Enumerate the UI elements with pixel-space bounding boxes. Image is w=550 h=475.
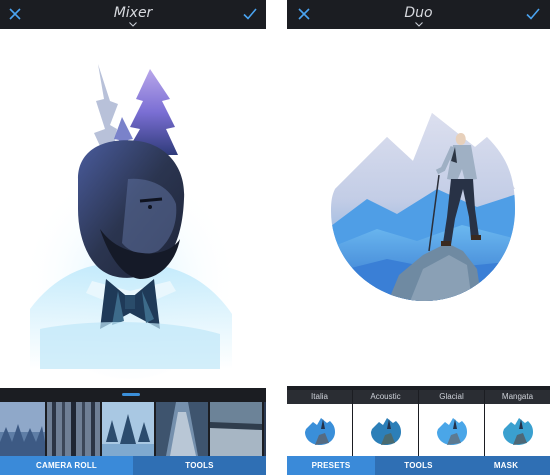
tab-camera-roll[interactable]: CAMERA ROLL [0, 456, 133, 475]
preset-thumbnail [419, 404, 484, 456]
mixer-screen: Mixer CAMERA ROLL TOOLS [0, 0, 266, 475]
duo-top-bar: Duo [287, 0, 550, 29]
preset-mangata[interactable]: Mangata [485, 390, 550, 456]
preset-list[interactable]: Italia Acoustic Glacial Mangata [287, 390, 550, 456]
preset-italia[interactable]: Italia [287, 390, 352, 456]
thumbnail-dark-forest[interactable] [264, 402, 266, 456]
thumbnail-strip[interactable] [0, 402, 266, 456]
preset-label: Acoustic [353, 390, 418, 404]
preset-label: Mangata [485, 390, 550, 404]
mixer-tab-bar: CAMERA ROLL TOOLS [0, 456, 266, 475]
preset-bar: Italia Acoustic Glacial Mangata [287, 386, 550, 456]
preset-label: Italia [287, 390, 352, 404]
preset-thumbnail [353, 404, 418, 456]
thumbnail-pine-lake[interactable] [102, 402, 154, 456]
check-icon[interactable] [524, 5, 542, 23]
duo-tab-bar: PRESETS TOOLS MASK [287, 456, 550, 475]
duo-artwork [331, 113, 515, 301]
thumbnail-misty-forest[interactable] [0, 402, 45, 456]
thumbnail-forest-road[interactable] [156, 402, 208, 456]
thumbnail-strip-header [0, 388, 266, 402]
drag-handle[interactable] [122, 393, 140, 396]
thumbnail-wet-road[interactable] [210, 402, 262, 456]
preset-acoustic[interactable]: Acoustic [353, 390, 418, 456]
check-icon[interactable] [241, 5, 259, 23]
page-title: Duo [404, 5, 433, 21]
double-exposure-artwork [20, 64, 240, 379]
tab-tools[interactable]: TOOLS [375, 456, 462, 475]
chevron-down-icon[interactable] [414, 22, 423, 27]
chevron-down-icon[interactable] [129, 22, 137, 27]
preset-label: Glacial [419, 390, 484, 404]
app-screenshot: Mixer CAMERA ROLL TOOLS Duo Italia Acous… [0, 0, 550, 475]
thumbnail-tree-trunks[interactable] [47, 402, 100, 456]
tab-presets[interactable]: PRESETS [287, 456, 375, 475]
tab-mask[interactable]: MASK [462, 456, 550, 475]
mixer-canvas[interactable] [0, 29, 266, 388]
preset-glacial[interactable]: Glacial [419, 390, 484, 456]
tab-tools[interactable]: TOOLS [133, 456, 266, 475]
mixer-top-bar: Mixer [0, 0, 266, 29]
duo-screen: Duo Italia Acoustic Glacial Mangata PRES… [287, 0, 550, 475]
duo-canvas[interactable] [287, 29, 550, 386]
preset-thumbnail [485, 404, 550, 456]
page-title: Mixer [113, 5, 153, 21]
preset-thumbnail [287, 404, 352, 456]
